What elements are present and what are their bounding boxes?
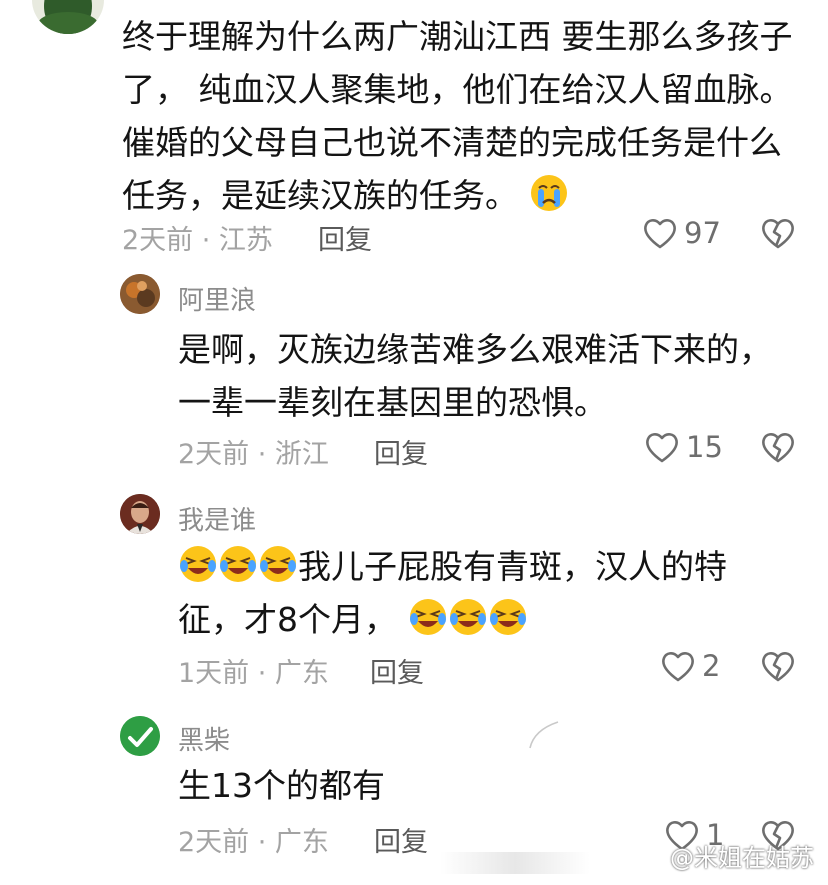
- watermark-text: @米姐在姑苏: [670, 844, 814, 872]
- comment-line: 催婚的父母自己也说不清楚的完成任务是什么: [122, 123, 782, 162]
- laughing-crying-icon: [180, 546, 216, 582]
- heart-icon: [646, 433, 678, 463]
- dislike-button[interactable]: [760, 649, 796, 687]
- dislike-button[interactable]: [760, 216, 796, 254]
- crying-face-icon: [530, 175, 567, 211]
- avatar[interactable]: [32, 0, 104, 34]
- avatar[interactable]: [120, 716, 160, 756]
- avatar-image: [38, 0, 98, 34]
- avatar[interactable]: [120, 494, 160, 534]
- comment-text: 终于理解为什么两广潮汕江西 要生那么多孩子 了， 纯血汉人聚集地，他们在给汉人留…: [122, 10, 812, 222]
- broken-heart-icon: [762, 652, 794, 682]
- avatar-image: [120, 716, 160, 756]
- comment-text: 生13个的都有: [178, 759, 798, 812]
- broken-heart-icon: [762, 433, 794, 463]
- reply-button[interactable]: 回复: [318, 218, 372, 257]
- heart-icon: [644, 219, 676, 249]
- dislike-button[interactable]: [760, 430, 796, 468]
- comment-line: 了， 纯血汉人聚集地，他们在给汉人留血脉。: [122, 70, 793, 109]
- comment-meta: 1天前 · 广东: [178, 658, 329, 689]
- heart-icon: [662, 652, 694, 682]
- like-button[interactable]: 15: [644, 430, 723, 464]
- username[interactable]: 我是谁: [178, 500, 256, 537]
- reply-button[interactable]: 回复: [374, 432, 428, 471]
- like-count: 97: [684, 216, 721, 250]
- comment-line: 终于理解为什么两广潮汕江西 要生那么多孩子: [122, 17, 793, 56]
- scroll-indicator-icon: [529, 721, 559, 749]
- comment-line: 征，才8个月，: [178, 593, 798, 646]
- comment-line: 是啊，灭族边缘苦难多么艰难活下来的，: [178, 330, 772, 369]
- laughing-crying-icon: [449, 599, 486, 635]
- like-count: 2: [702, 649, 721, 683]
- avatar-image: [120, 274, 160, 314]
- laughing-crying-icon: [489, 599, 526, 635]
- blurred-overlay: [440, 852, 590, 874]
- weibo-logo-icon: [637, 846, 664, 867]
- laughing-crying-icon: [409, 599, 446, 635]
- comment-text: 是啊，灭族边缘苦难多么艰难活下来的， 一辈一辈刻在基因里的恐惧。: [178, 323, 798, 429]
- username[interactable]: 黑柴: [178, 720, 230, 757]
- comment-line: 任务，是延续汉族的任务。: [122, 169, 812, 222]
- like-button[interactable]: 2: [660, 649, 720, 683]
- reply-button[interactable]: 回复: [370, 651, 424, 690]
- avatar-image: [120, 494, 160, 534]
- broken-heart-icon: [762, 219, 794, 249]
- username[interactable]: 阿里浪: [178, 280, 256, 317]
- laughing-crying-icon: [260, 546, 296, 582]
- comment-meta: 2天前 · 江苏: [122, 225, 273, 256]
- like-button[interactable]: 97: [642, 216, 721, 250]
- like-count: 15: [686, 430, 723, 464]
- comment-line: 一辈一辈刻在基因里的恐惧。: [178, 383, 607, 422]
- comment-meta: 2天前 · 浙江: [178, 439, 329, 470]
- laughing-crying-icon: [220, 546, 256, 582]
- watermark: @米姐在姑苏: [636, 838, 814, 873]
- avatar[interactable]: [120, 274, 160, 314]
- comment-text: 我儿子屁股有青斑，汉人的特 征，才8个月，: [178, 540, 798, 646]
- comment-line: 我儿子屁股有青斑，汉人的特: [178, 540, 798, 593]
- comment-meta: 2天前 · 广东: [178, 827, 329, 858]
- reply-button[interactable]: 回复: [374, 820, 428, 859]
- comment-line: 生13个的都有: [178, 766, 385, 805]
